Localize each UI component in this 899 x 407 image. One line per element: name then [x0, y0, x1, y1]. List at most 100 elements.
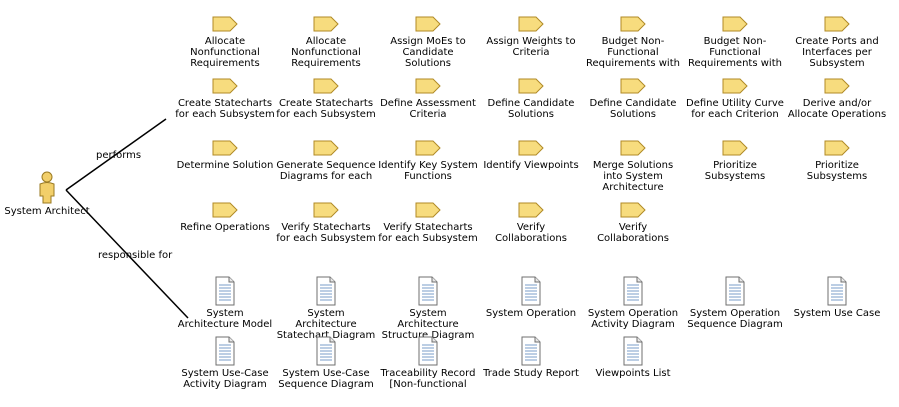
task-icon: [313, 140, 339, 156]
task-icon: [620, 16, 646, 32]
task-icon: [722, 16, 748, 32]
actor-label: System Architect: [4, 206, 90, 217]
document-icon: [725, 276, 745, 306]
task-node[interactable]: Refine Operations: [175, 202, 275, 233]
task-label: Identify Viewpoints: [483, 160, 579, 171]
document-icon: [521, 336, 541, 366]
performs-label: performs: [96, 150, 142, 161]
task-icon: [313, 16, 339, 32]
task-node[interactable]: Define Utility Curve for each Criterion: [685, 78, 785, 120]
task-node[interactable]: Verify Collaborations: [481, 202, 581, 244]
artifact-node[interactable]: Trade Study Report: [481, 336, 581, 379]
artifact-node[interactable]: Viewpoints List: [583, 336, 683, 379]
task-icon: [212, 16, 238, 32]
task-label: Create Ports and Interfaces per Subsyste…: [795, 36, 879, 69]
artifact-label: Viewpoints List: [595, 368, 671, 379]
artifact-node[interactable]: System Operation Activity Diagram: [583, 276, 683, 330]
task-label: Budget Non-Functional Requirements with: [688, 36, 782, 69]
task-node[interactable]: Assign Weights to Criteria: [481, 16, 581, 58]
task-node[interactable]: Determine Solution: [175, 140, 275, 171]
artifact-node[interactable]: System Architecture Statechart Diagram: [276, 276, 376, 341]
task-node[interactable]: Assign MoEs to Candidate Solutions: [378, 16, 478, 69]
artifact-label: Traceability Record [Non-functional: [380, 368, 476, 390]
task-icon: [620, 202, 646, 218]
task-node[interactable]: Create Statecharts for each Subsystem: [276, 78, 376, 120]
artifact-node[interactable]: Traceability Record [Non-functional: [378, 336, 478, 390]
artifact-node[interactable]: System Architecture Structure Diagram: [378, 276, 478, 341]
task-icon: [415, 78, 441, 94]
task-label: Derive and/or Allocate Operations: [787, 98, 887, 120]
task-label: Allocate Nonfunctional Requirements: [291, 36, 361, 69]
task-icon: [824, 78, 850, 94]
task-icon: [313, 78, 339, 94]
task-label: Determine Solution: [176, 160, 274, 171]
task-node[interactable]: Define Candidate Solutions: [583, 78, 683, 120]
task-node[interactable]: Verify Statecharts for each Subsystem: [378, 202, 478, 244]
task-icon: [620, 140, 646, 156]
task-label: Create Statecharts for each Subsystem: [175, 98, 275, 120]
actor-system-architect[interactable]: System Architect: [2, 170, 92, 217]
task-icon: [518, 78, 544, 94]
task-node[interactable]: Derive and/or Allocate Operations: [787, 78, 887, 120]
task-label: Budget Non-Functional Requirements with: [586, 36, 680, 69]
task-icon: [722, 140, 748, 156]
actor-icon: [39, 171, 55, 204]
task-node[interactable]: Identify Key System Functions: [378, 140, 478, 182]
task-node[interactable]: Define Candidate Solutions: [481, 78, 581, 120]
artifact-node[interactable]: System Architecture Model: [175, 276, 275, 330]
task-node[interactable]: Create Statecharts for each Subsystem: [175, 78, 275, 120]
task-label: Prioritize Subsystems: [704, 160, 766, 182]
artifact-label: System Operation: [485, 308, 577, 319]
task-node[interactable]: Define Assessment Criteria: [378, 78, 478, 120]
artifact-label: System Use-Case Sequence Diagram: [278, 368, 374, 390]
document-icon: [521, 276, 541, 306]
artifact-label: System Operation Sequence Diagram: [687, 308, 783, 330]
artifact-label: System Operation Activity Diagram: [587, 308, 679, 330]
task-node[interactable]: Prioritize Subsystems: [787, 140, 887, 182]
task-label: Generate Sequence Diagrams for each: [276, 160, 376, 182]
task-icon: [212, 202, 238, 218]
task-label: Define Utility Curve for each Criterion: [686, 98, 784, 120]
task-icon: [722, 78, 748, 94]
document-icon: [623, 336, 643, 366]
artifact-node[interactable]: System Use-Case Sequence Diagram: [276, 336, 376, 390]
document-icon: [418, 276, 438, 306]
task-icon: [212, 140, 238, 156]
task-label: Verify Statecharts for each Subsystem: [276, 222, 376, 244]
task-label: Define Candidate Solutions: [487, 98, 575, 120]
artifact-label: System Use Case: [793, 308, 881, 319]
artifact-node[interactable]: System Use-Case Activity Diagram: [175, 336, 275, 390]
document-icon: [215, 276, 235, 306]
document-icon: [623, 276, 643, 306]
task-label: Assign MoEs to Candidate Solutions: [390, 36, 466, 69]
task-icon: [212, 78, 238, 94]
artifact-label: System Architecture Model: [177, 308, 273, 330]
task-label: Define Assessment Criteria: [380, 98, 476, 120]
task-node[interactable]: Verify Collaborations: [583, 202, 683, 244]
task-node[interactable]: Allocate Nonfunctional Requirements: [175, 16, 275, 69]
task-icon: [518, 140, 544, 156]
task-label: Define Candidate Solutions: [589, 98, 677, 120]
task-node[interactable]: Budget Non-Functional Requirements with: [685, 16, 785, 69]
task-node[interactable]: Identify Viewpoints: [481, 140, 581, 171]
task-node[interactable]: Generate Sequence Diagrams for each: [276, 140, 376, 182]
task-node[interactable]: Create Ports and Interfaces per Subsyste…: [787, 16, 887, 69]
task-label: Verify Collaborations: [597, 222, 669, 244]
artifact-node[interactable]: System Operation: [481, 276, 581, 319]
task-node[interactable]: Merge Solutions into System Architecture: [583, 140, 683, 193]
task-icon: [620, 78, 646, 94]
artifact-label: System Use-Case Activity Diagram: [181, 368, 269, 390]
task-icon: [824, 16, 850, 32]
artifact-node[interactable]: System Use Case: [787, 276, 887, 319]
task-label: Prioritize Subsystems: [806, 160, 868, 182]
document-icon: [316, 336, 336, 366]
task-node[interactable]: Prioritize Subsystems: [685, 140, 785, 182]
task-label: Refine Operations: [180, 222, 270, 233]
artifact-node[interactable]: System Operation Sequence Diagram: [685, 276, 785, 330]
task-label: Assign Weights to Criteria: [486, 36, 576, 58]
responsible-for-label: responsible for: [98, 250, 173, 261]
task-node[interactable]: Budget Non-Functional Requirements with: [583, 16, 683, 69]
task-node[interactable]: Verify Statecharts for each Subsystem: [276, 202, 376, 244]
task-node[interactable]: Allocate Nonfunctional Requirements: [276, 16, 376, 69]
task-icon: [313, 202, 339, 218]
